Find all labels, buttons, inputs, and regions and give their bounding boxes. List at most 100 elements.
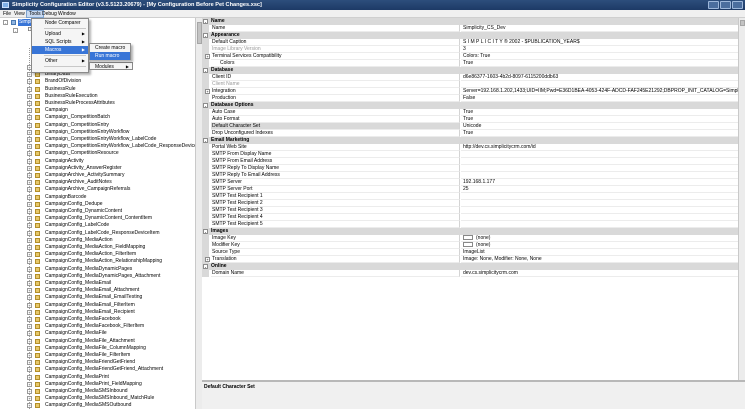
property-value[interactable]: Colors: True xyxy=(461,53,738,60)
expand-icon[interactable]: + xyxy=(27,115,32,121)
property-row[interactable]: Domain Name dev.cs.simplicitycrm.com xyxy=(202,270,745,277)
expand-icon[interactable]: + xyxy=(27,381,32,387)
property-row[interactable]: Client ID d6e86377-1603-4b2d-8097-6115200… xyxy=(202,74,745,81)
property-row[interactable]: Portal Web Site http://dev.cs.simplicityc… xyxy=(202,144,745,151)
collapse-icon[interactable]: - xyxy=(3,20,8,25)
expand-icon[interactable]: + xyxy=(27,295,32,301)
expand-icon[interactable]: + xyxy=(27,230,32,236)
menu-other[interactable]: Other ▶ xyxy=(32,57,88,65)
expand-icon[interactable]: + xyxy=(27,129,32,135)
expand-icon[interactable]: + xyxy=(27,86,32,92)
property-row[interactable]: Auto Case True xyxy=(202,109,745,116)
expand-icon[interactable]: + xyxy=(27,101,32,106)
property-row[interactable]: Source Type ImageList xyxy=(202,249,745,256)
expand-icon[interactable]: + xyxy=(205,54,210,59)
collapse-icon[interactable]: - xyxy=(203,264,208,269)
property-grid-scroll-thumb[interactable] xyxy=(740,20,745,26)
property-value[interactable]: True xyxy=(461,60,738,67)
property-row[interactable]: + Terminal Services Compatibility Colors: … xyxy=(202,53,745,60)
minimize-button[interactable] xyxy=(708,1,719,9)
property-value[interactable] xyxy=(461,165,738,172)
property-value[interactable] xyxy=(461,207,738,214)
expand-icon[interactable]: + xyxy=(27,158,32,164)
property-value[interactable] xyxy=(461,81,738,88)
expand-icon[interactable]: + xyxy=(27,288,32,294)
property-row[interactable]: Auto Format True xyxy=(202,116,745,123)
collapse-icon[interactable]: - xyxy=(203,68,208,73)
menu-node-comparer[interactable]: Node Comparer xyxy=(32,19,88,27)
expand-icon[interactable]: + xyxy=(27,309,32,315)
expand-icon[interactable]: + xyxy=(27,180,32,186)
menu-macros[interactable]: Macros ▶ xyxy=(32,46,88,54)
expand-icon[interactable]: + xyxy=(27,187,32,193)
menu-create-macro[interactable]: Create macro xyxy=(90,44,130,52)
property-value[interactable]: 192.168.1.177 xyxy=(461,179,738,186)
property-value[interactable]: Unicode xyxy=(461,123,738,130)
expand-icon[interactable]: + xyxy=(27,194,32,200)
expand-icon[interactable]: + xyxy=(27,201,32,207)
property-value[interactable]: Image: None, Modifier: None, None xyxy=(461,256,738,263)
expand-icon[interactable]: + xyxy=(27,122,32,128)
expand-icon[interactable]: + xyxy=(27,252,32,258)
expand-icon[interactable]: + xyxy=(27,360,32,366)
property-value[interactable]: d6e86377-1603-4b2d-8097-6115200ddb63 xyxy=(461,74,738,81)
menu-view[interactable]: View xyxy=(12,10,27,18)
collapse-icon[interactable]: - xyxy=(203,229,208,234)
expand-icon[interactable]: + xyxy=(27,237,32,243)
property-grid[interactable]: - Name Name Simplicity_CS_Dev - Appearance Def… xyxy=(202,18,745,380)
property-row[interactable]: SMTP Test Recipient 1 xyxy=(202,193,745,200)
property-value[interactable]: (none) xyxy=(461,235,738,242)
expand-icon[interactable]: + xyxy=(27,367,32,373)
property-row[interactable]: + Translation Image: None, Modifier: None,… xyxy=(202,256,745,263)
property-value[interactable] xyxy=(461,221,738,228)
property-row[interactable]: SMTP Reply To Display Name xyxy=(202,165,745,172)
property-row[interactable]: Image Key (none) xyxy=(202,235,745,242)
expand-icon[interactable]: + xyxy=(27,137,32,142)
expand-icon[interactable]: + xyxy=(27,209,32,214)
property-value[interactable]: http://dev.cs.simplicitycrm.com/id xyxy=(461,144,738,151)
tree-scrollbar[interactable] xyxy=(195,18,202,409)
expand-icon[interactable]: + xyxy=(27,345,32,351)
expand-icon[interactable]: + xyxy=(27,302,32,308)
maximize-button[interactable] xyxy=(720,1,731,9)
expand-icon[interactable]: + xyxy=(27,223,32,229)
menu-window[interactable]: Window xyxy=(56,10,78,18)
expand-icon[interactable]: + xyxy=(27,353,32,358)
property-value[interactable] xyxy=(461,193,738,200)
collapse-icon[interactable]: - xyxy=(203,33,208,38)
property-row[interactable]: Colors True xyxy=(202,60,745,67)
expand-icon[interactable]: + xyxy=(27,374,32,380)
property-value[interactable]: dev.cs.simplicitycrm.com xyxy=(461,270,738,277)
expand-icon[interactable]: + xyxy=(27,273,32,279)
property-category[interactable]: - Database xyxy=(202,67,745,74)
property-category[interactable]: - Email Marketing xyxy=(202,137,745,144)
property-row[interactable]: SMTP Test Recipient 4 xyxy=(202,214,745,221)
expand-icon[interactable]: + xyxy=(27,389,32,394)
property-row[interactable]: Default Caption S I M P L I C I T Y ® 200… xyxy=(202,39,745,46)
property-row[interactable]: SMTP Test Recipient 3 xyxy=(202,207,745,214)
property-row[interactable]: Production False xyxy=(202,95,745,102)
property-row[interactable]: Default Character Set Unicode xyxy=(202,123,745,130)
property-category[interactable]: - Database Options xyxy=(202,102,745,109)
property-category[interactable]: - Name xyxy=(202,18,745,25)
expand-icon[interactable]: + xyxy=(27,266,32,272)
expand-icon[interactable]: + xyxy=(27,331,32,337)
property-category[interactable]: - Appearance xyxy=(202,32,745,39)
expand-icon[interactable]: + xyxy=(27,396,32,402)
property-row[interactable]: SMTP From Email Address xyxy=(202,158,745,165)
configuration-tree[interactable]: - Simplicit - Dat +BatchControl+BinaryDa… xyxy=(0,18,196,409)
expand-icon[interactable]: + xyxy=(27,173,32,178)
expand-icon[interactable]: + xyxy=(27,245,32,250)
collapse-icon[interactable]: - xyxy=(203,103,208,108)
property-row[interactable]: + Integration Server=192.168.1.202,1433;UI… xyxy=(202,88,745,95)
close-button[interactable] xyxy=(732,1,743,9)
property-value[interactable]: True xyxy=(461,130,738,137)
expand-icon[interactable]: + xyxy=(27,93,32,99)
expand-icon[interactable]: + xyxy=(27,108,32,114)
menu-modules[interactable]: Modules ▶ xyxy=(90,63,132,71)
collapse-icon[interactable]: - xyxy=(13,28,18,33)
property-value[interactable]: Simplicity_CS_Dev xyxy=(461,25,738,32)
property-category[interactable]: - Images xyxy=(202,228,745,235)
property-value[interactable]: True xyxy=(461,116,738,123)
property-row[interactable]: Client Name xyxy=(202,81,745,88)
